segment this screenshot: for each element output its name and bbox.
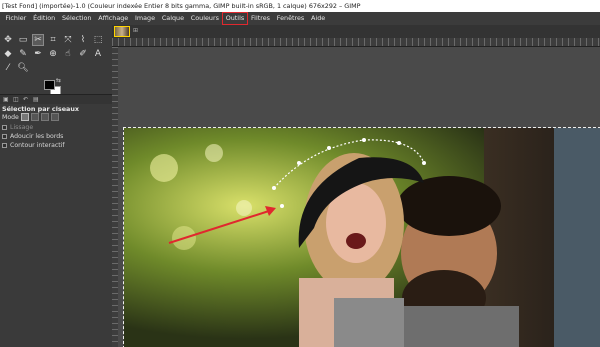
ink-icon[interactable]: ✒	[32, 48, 44, 60]
checkbox-box	[2, 134, 7, 139]
interactive-boundary-checkbox[interactable]: Contour interactif	[2, 142, 65, 149]
move-tool-icon[interactable]: ✥	[2, 34, 14, 46]
antialiasing-checkbox[interactable]: Lissage	[2, 124, 33, 131]
man-hair	[397, 176, 501, 236]
canvas-workspace[interactable]	[118, 47, 600, 347]
brush-icon[interactable]: ✎	[17, 48, 29, 60]
menu-fenetres[interactable]: Fenêtres	[273, 12, 307, 25]
menu-outils[interactable]: Outils	[222, 12, 248, 25]
menu-filtres[interactable]: Filtres	[248, 12, 274, 25]
bucket-fill-icon[interactable]: ◆	[2, 48, 14, 60]
mode-intersect-button[interactable]	[50, 113, 59, 121]
menu-image[interactable]: Image	[132, 12, 159, 25]
bokeh-light	[236, 200, 252, 216]
menu-affichage[interactable]: Affichage	[95, 12, 132, 25]
unified-transform-icon[interactable]: ⤧	[62, 34, 74, 46]
reset-colors-icon[interactable]: ⇆	[56, 77, 61, 84]
menu-fichier[interactable]: Fichier	[2, 12, 30, 25]
selection-node[interactable]	[297, 161, 301, 165]
menu-selection[interactable]: Sélection	[59, 12, 95, 25]
options-tab-bar: ▣ ◫ ↶ ▤	[0, 94, 112, 104]
menu-couleurs[interactable]: Couleurs	[187, 12, 222, 25]
selection-node[interactable]	[272, 186, 276, 190]
woman-top	[334, 298, 404, 347]
path-icon[interactable]: ✐	[77, 48, 89, 60]
undo-history-tab-icon[interactable]: ↶	[23, 96, 28, 103]
selection-node[interactable]	[422, 161, 426, 165]
selection-node[interactable]	[280, 204, 284, 208]
image-tab-thumbnail[interactable]	[114, 26, 130, 37]
bokeh-light	[205, 144, 223, 162]
image-canvas[interactable]	[123, 127, 600, 347]
feather-edges-checkbox[interactable]: Adoucir les bords	[2, 133, 63, 140]
images-tab-icon[interactable]: ▤	[33, 96, 39, 103]
tool-options-title: Sélection par ciseaux	[2, 105, 80, 113]
text-icon[interactable]: A	[92, 48, 104, 60]
scissors-select-icon[interactable]: ✂	[32, 34, 44, 46]
image-window: ⊞	[112, 25, 600, 347]
mode-subtract-button[interactable]	[40, 113, 49, 121]
menu-bar: Fichier Édition Sélection Affichage Imag…	[0, 12, 600, 25]
menu-aide[interactable]: Aide	[308, 12, 329, 25]
mode-label: Mode	[2, 113, 19, 121]
toolbox-panel: ✥ ▭ ✂ ⌗ ⤧ ⌇ ⬚ ◆ ✎ ✒ ⊕ ☝ ✐ A ⁄ 🔍︎ ⇆ ▣ ◫ ↶…	[0, 25, 112, 347]
woman-mouth	[346, 233, 366, 249]
mode-add-button[interactable]	[30, 113, 39, 121]
image-tab-menu-icon[interactable]: ⊞	[133, 27, 138, 34]
selection-mode-row: Mode	[2, 113, 59, 121]
image-tab-bar: ⊞	[112, 25, 600, 38]
horizontal-ruler[interactable]	[112, 38, 600, 47]
foreground-color-swatch[interactable]	[44, 80, 55, 90]
bokeh-light	[150, 154, 178, 182]
color-picker-icon[interactable]: ⁄	[2, 62, 14, 74]
menu-calque[interactable]: Calque	[158, 12, 187, 25]
interactive-boundary-label: Contour interactif	[10, 142, 65, 149]
selection-node[interactable]	[362, 138, 366, 142]
warp-icon[interactable]: ⌇	[77, 34, 89, 46]
zoom-icon[interactable]: 🔍︎	[17, 62, 29, 74]
crop-icon[interactable]: ⌗	[47, 34, 59, 46]
device-status-tab-icon[interactable]: ◫	[13, 96, 19, 103]
selection-node[interactable]	[327, 146, 331, 150]
checkbox-box	[2, 125, 7, 130]
window-title: [Test Fond] (importée)-1.0 (Couleur inde…	[0, 0, 600, 12]
menu-edition[interactable]: Édition	[30, 12, 59, 25]
checkbox-box	[2, 143, 7, 148]
feather-edges-label: Adoucir les bords	[10, 133, 64, 140]
background-wall	[554, 128, 600, 347]
selection-node[interactable]	[397, 141, 401, 145]
smudge-icon[interactable]: ☝	[62, 48, 74, 60]
rect-select-icon[interactable]: ▭	[17, 34, 29, 46]
mode-replace-button[interactable]	[20, 113, 29, 121]
antialiasing-label: Lissage	[10, 124, 34, 131]
photo-couple[interactable]	[124, 128, 600, 347]
man-shirt	[404, 306, 519, 347]
clone-icon[interactable]: ⊕	[47, 48, 59, 60]
tool-options-tab-icon[interactable]: ▣	[3, 96, 9, 103]
cage-transform-icon[interactable]: ⬚	[92, 34, 104, 46]
